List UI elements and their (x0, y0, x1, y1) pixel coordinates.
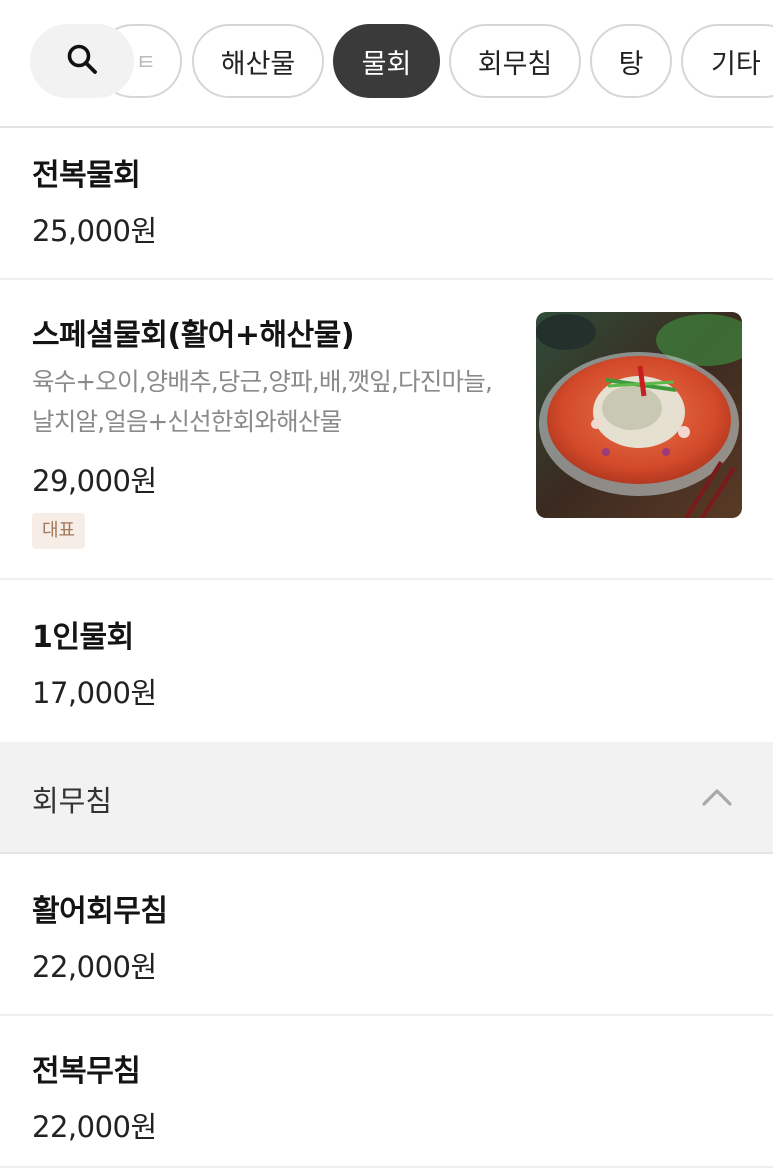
signature-badge: 대표 (32, 513, 86, 549)
menu-item-description: 육수+오이,양배추,당근,양파,배,깻잎,다진마늘,날치알,얼음+신선한회와해산… (32, 367, 493, 436)
category-chip-seafood[interactable]: 해산물 (192, 24, 324, 98)
category-chip-tang[interactable]: 탕 (590, 24, 672, 98)
search-button[interactable] (30, 24, 134, 98)
search-icon (65, 42, 99, 80)
category-chip-hoemuchim[interactable]: 회무침 (449, 24, 581, 98)
menu-item[interactable]: 전복물회 25,000원 (0, 130, 773, 280)
category-chip-etc[interactable]: 기타 (681, 24, 773, 98)
category-chip-mulhoe[interactable]: 물회 (333, 24, 440, 98)
menu-item[interactable]: 스페셜물회(활어+해산물) 육수+오이,양배추,당근,양파,배,깻잎,다진마늘,… (0, 280, 773, 580)
menu-item-price: 22,000원 (32, 1110, 157, 1144)
menu-item[interactable]: 1인물회 17,000원 (0, 580, 773, 742)
menu-item-name: 활어회무침 (32, 894, 168, 929)
category-chip-label: 기타 (711, 48, 761, 80)
menu-item-name: 전복무침 (32, 1054, 141, 1089)
category-chip-label: 탕 (618, 48, 644, 80)
category-chip-label: 물회 (361, 48, 412, 80)
chevron-up-icon[interactable] (700, 782, 734, 812)
menu-item-name: 1인물회 (32, 620, 134, 655)
menu-item-price: 29,000원 (32, 464, 157, 498)
menu-item-price: 17,000원 (32, 676, 157, 710)
category-bar: ㅌ 해산물 물회 회무침 탕 기타 (0, 0, 773, 128)
bowl-of-cold-raw-fish-soup-icon (536, 312, 742, 518)
menu-item-photo[interactable] (536, 312, 742, 518)
menu-item-price: 22,000원 (32, 950, 157, 984)
menu-item-name: 스페셜물회(활어+해산물) (32, 318, 355, 353)
section-header-hoemuchim[interactable]: 회무침 (0, 742, 773, 854)
category-chip-label: ㅌ (135, 51, 156, 76)
category-chip-label: 회무침 (477, 48, 553, 80)
category-chip-label: 해산물 (220, 48, 296, 80)
menu-item[interactable]: 전복무침 22,000원 (0, 1016, 773, 1168)
menu-item-price: 25,000원 (32, 214, 157, 248)
section-title: 회무침 (32, 784, 113, 818)
menu-item[interactable]: 활어회무침 22,000원 (0, 856, 773, 1016)
menu-item-name: 전복물회 (32, 158, 141, 193)
